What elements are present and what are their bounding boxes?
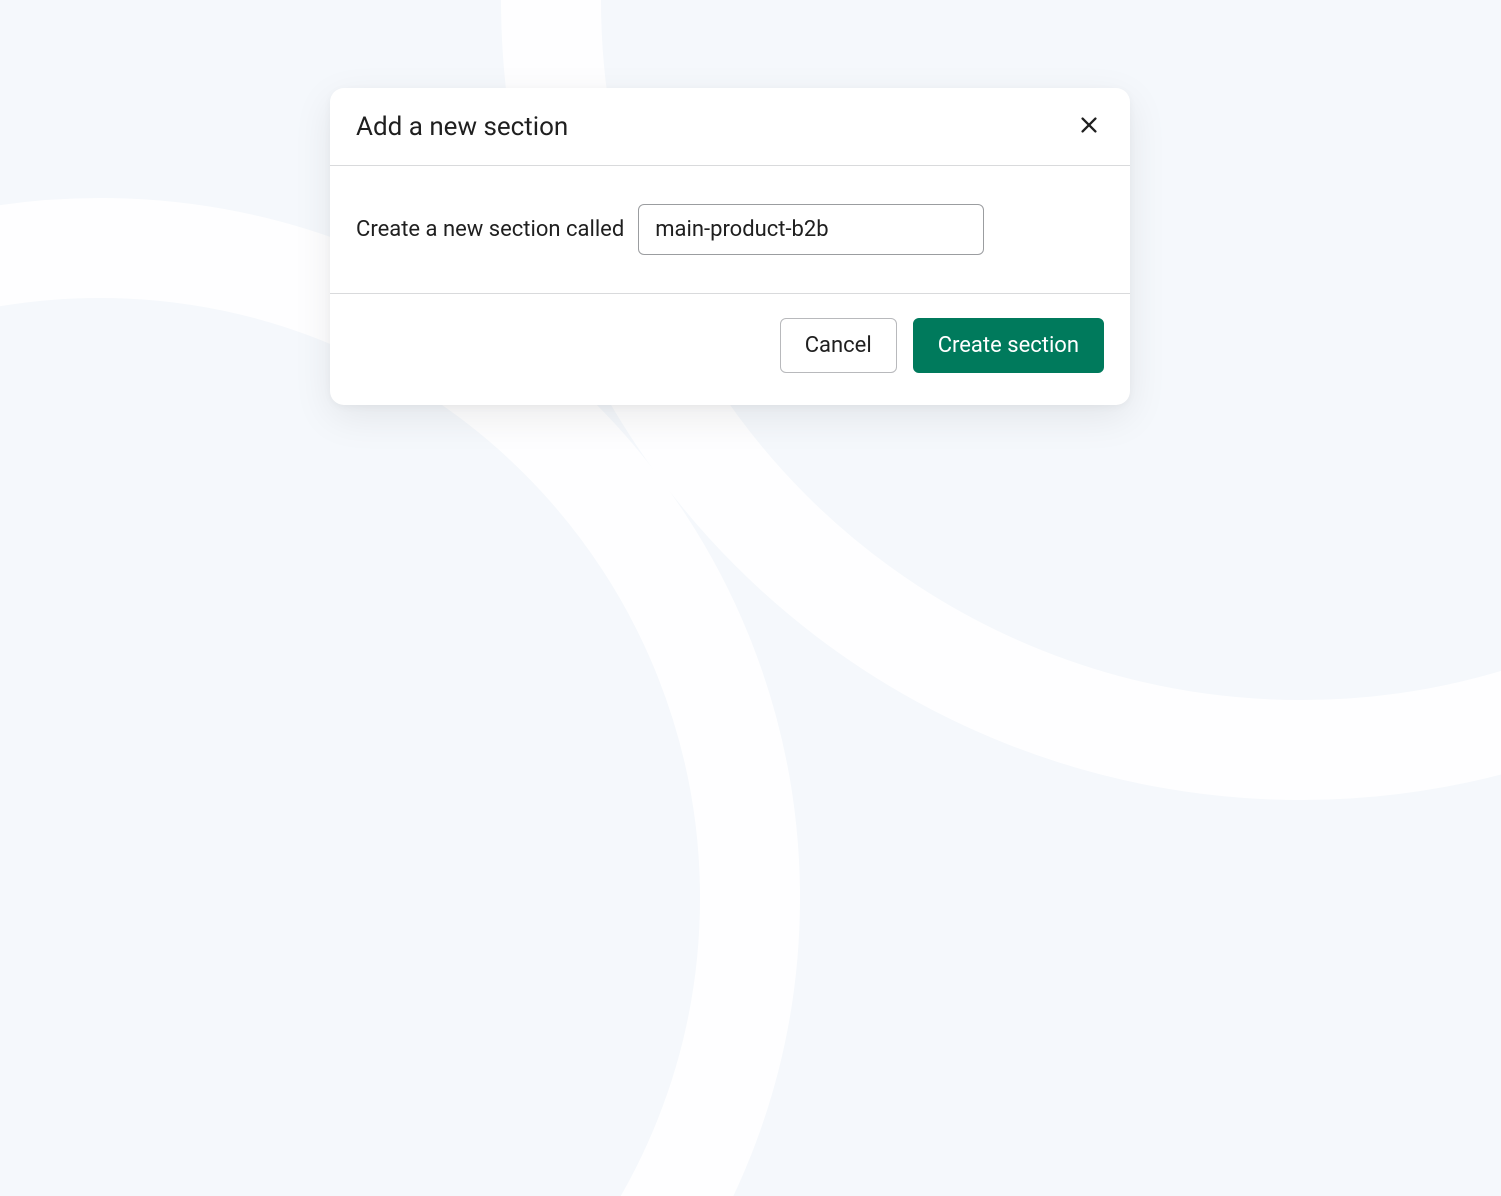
- modal-header: Add a new section: [330, 88, 1130, 166]
- close-button[interactable]: [1074, 110, 1104, 143]
- close-icon: [1078, 114, 1100, 139]
- modal-footer: Cancel Create section: [330, 294, 1130, 405]
- section-name-input[interactable]: [638, 204, 984, 255]
- cancel-button[interactable]: Cancel: [780, 318, 897, 373]
- create-section-button[interactable]: Create section: [913, 318, 1104, 373]
- modal-title: Add a new section: [356, 112, 568, 142]
- add-section-modal: Add a new section Create a new section c…: [330, 88, 1130, 405]
- section-name-label: Create a new section called: [356, 217, 624, 242]
- modal-body: Create a new section called: [330, 166, 1130, 294]
